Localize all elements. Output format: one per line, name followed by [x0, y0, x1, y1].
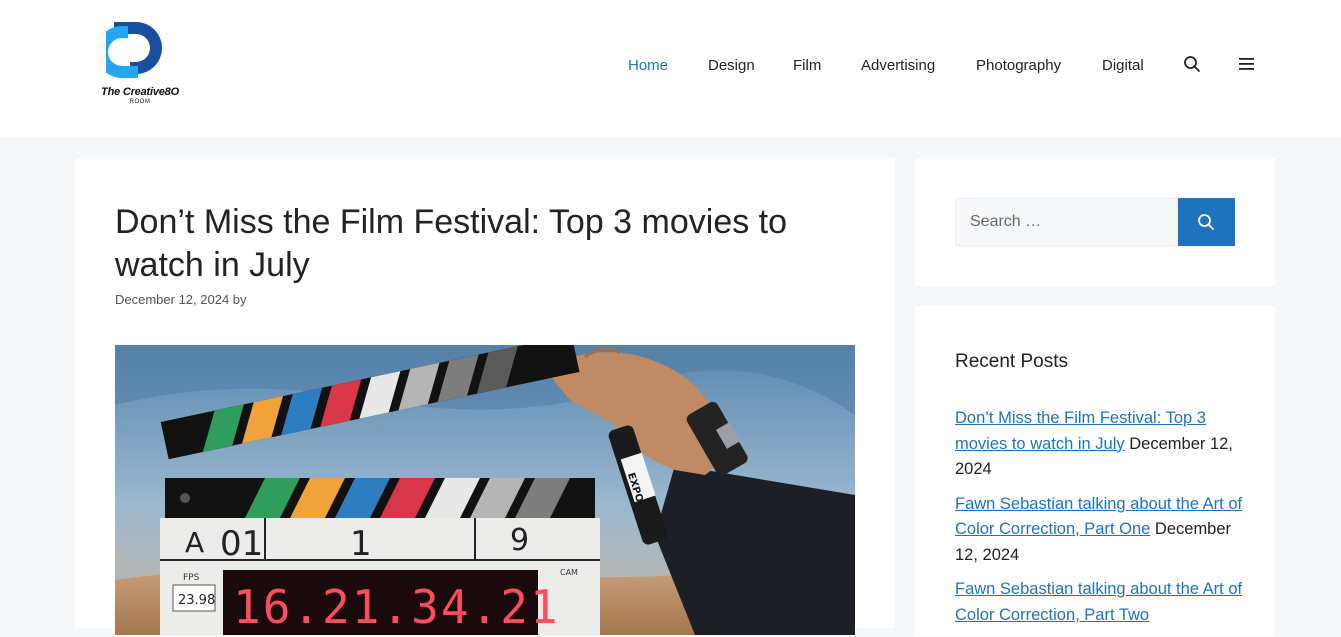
- search-icon[interactable]: [1183, 55, 1203, 75]
- slate-scene: 1: [350, 524, 372, 564]
- list-item: Fawn Sebastian talking about the Art of …: [955, 492, 1245, 569]
- search-input[interactable]: [955, 198, 1178, 246]
- search-icon: [1198, 214, 1214, 230]
- timecode-readout: 16.21.34.21: [233, 580, 560, 634]
- slate-take: 9: [510, 523, 529, 558]
- recent-post-link[interactable]: Fawn Sebastian talking about the Art of …: [955, 580, 1242, 624]
- post-meta: December 12, 2024 by: [115, 292, 247, 307]
- logo-title: The Creative8O: [101, 86, 179, 98]
- slate-roll: A: [185, 526, 204, 559]
- logo-mark-icon: [106, 22, 162, 78]
- site-logo[interactable]: The Creative8O ROOM: [96, 18, 186, 110]
- list-item: Don’t Miss the Film Festival: Top 3 movi…: [955, 406, 1245, 483]
- logo-subtitle: ROOM: [129, 99, 151, 105]
- slate-scene-number: 01: [220, 524, 263, 564]
- post-title: Don’t Miss the Film Festival: Top 3 movi…: [115, 203, 788, 284]
- nav-item-advertising[interactable]: Advertising: [861, 57, 935, 74]
- search-submit-button[interactable]: [1178, 198, 1235, 246]
- nav-item-home[interactable]: Home: [628, 57, 668, 74]
- article-card: Don’t Miss the Film Festival: Top 3 movi…: [75, 158, 895, 635]
- recent-posts-title: Recent Posts: [955, 351, 1068, 372]
- nav-item-design[interactable]: Design: [708, 57, 755, 74]
- slate-fps: 23.98: [178, 593, 215, 608]
- nav-item-photography[interactable]: Photography: [976, 57, 1061, 74]
- recent-posts-list: Don’t Miss the Film Festival: Top 3 movi…: [955, 406, 1245, 637]
- menu-icon[interactable]: [1238, 55, 1258, 75]
- recent-posts-widget: Recent Posts Don’t Miss the Film Festiva…: [915, 306, 1275, 636]
- svg-text:FPS: FPS: [183, 573, 200, 583]
- site-header: The Creative8O ROOM Home Design Film Adv…: [0, 0, 1341, 137]
- list-item: Fawn Sebastian talking about the Art of …: [955, 577, 1245, 628]
- nav-item-film[interactable]: Film: [793, 57, 821, 74]
- featured-image: EXPO A 01 1 9 FPS 23.98 16.21.34.21 CAM: [115, 345, 855, 635]
- svg-text:CAM: CAM: [560, 568, 578, 577]
- nav-item-digital[interactable]: Digital: [1102, 57, 1144, 74]
- search-widget: [915, 158, 1275, 286]
